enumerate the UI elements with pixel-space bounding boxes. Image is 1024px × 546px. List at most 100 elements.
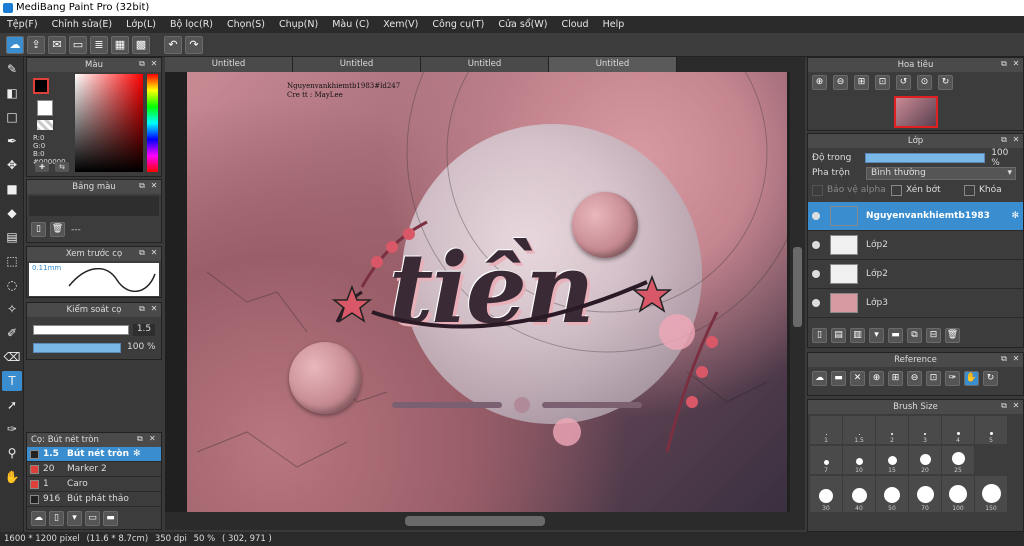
brush-size-cell[interactable]: 70: [909, 476, 941, 512]
layer-folder-icon[interactable]: ▬: [888, 328, 903, 343]
float-icon[interactable]: ⧉: [137, 181, 147, 191]
cloud-icon[interactable]: ☁: [6, 35, 24, 54]
close-icon[interactable]: ✕: [1011, 59, 1021, 69]
merge-layer-icon[interactable]: ⊟: [926, 328, 941, 343]
menu-help[interactable]: Help: [596, 19, 632, 30]
brush-size-cell[interactable]: 3: [909, 416, 941, 444]
brush-size-cell[interactable]: 2: [876, 416, 908, 444]
duplicate-layer-icon[interactable]: ⧉: [907, 328, 922, 343]
eye-icon[interactable]: [812, 299, 820, 307]
new-layer-icon[interactable]: ▯: [812, 328, 827, 343]
ref-actual-icon[interactable]: ⊡: [926, 371, 941, 386]
menu-file[interactable]: Tệp(F): [0, 19, 45, 30]
eye-icon[interactable]: [812, 270, 820, 278]
grid-icon[interactable]: ▦: [111, 35, 129, 54]
ref-hand-icon[interactable]: ✋: [964, 371, 979, 386]
brush-size-cell[interactable]: 5: [975, 416, 1007, 444]
menu-select[interactable]: Chọn(S): [220, 19, 272, 30]
brush-size-cell[interactable]: 20: [909, 446, 941, 474]
close-icon[interactable]: ✕: [149, 59, 159, 69]
menu-filter[interactable]: Bộ lọc(R): [163, 19, 220, 30]
protect-alpha-checkbox[interactable]: [812, 184, 823, 196]
open-file-icon[interactable]: ▬: [831, 371, 846, 386]
menu-edit[interactable]: Chỉnh sửa(E): [45, 19, 120, 30]
close-ref-icon[interactable]: ✕: [850, 371, 865, 386]
zoom-out-icon[interactable]: ⊖: [833, 75, 848, 90]
zoom-in-icon[interactable]: ⊕: [812, 75, 827, 90]
cloud-open-icon[interactable]: ☁: [812, 371, 827, 386]
lock-checkbox[interactable]: [964, 184, 975, 196]
brush-size-cell[interactable]: 10: [843, 446, 875, 474]
select-pen-icon[interactable]: ✐: [2, 323, 22, 343]
float-icon[interactable]: ⧉: [137, 248, 147, 258]
close-icon[interactable]: ✕: [149, 434, 159, 444]
eye-icon[interactable]: [812, 241, 820, 249]
redo-icon[interactable]: ↷: [185, 35, 203, 54]
palette-area[interactable]: [29, 196, 159, 216]
layer-row[interactable]: Lớp2: [808, 231, 1023, 260]
color-add-button[interactable]: ✚: [35, 162, 49, 172]
brush-list-item[interactable]: 20 Marker 2: [27, 462, 161, 477]
close-icon[interactable]: ✕: [1011, 401, 1021, 411]
new-halftone-layer-icon[interactable]: ▤: [831, 328, 846, 343]
gear-icon[interactable]: ✻: [1011, 211, 1019, 221]
tab-untitled-4[interactable]: Untitled: [549, 57, 677, 72]
tab-untitled-2[interactable]: Untitled: [293, 57, 421, 72]
export-icon[interactable]: ⇪: [27, 35, 45, 54]
brush-size-cell[interactable]: 40: [843, 476, 875, 512]
close-icon[interactable]: ✕: [149, 248, 159, 258]
brush-size-cell[interactable]: 15: [876, 446, 908, 474]
layer-row[interactable]: Nguyenvankhiemtb1983 ✻: [808, 202, 1023, 231]
menu-view[interactable]: Xem(V): [376, 19, 425, 30]
menu-snap[interactable]: Chụp(N): [272, 19, 325, 30]
tiles-icon[interactable]: ▩: [132, 35, 150, 54]
actual-size-icon[interactable]: ⊡: [875, 75, 890, 90]
eraser-icon[interactable]: ◧: [2, 83, 22, 103]
hand-icon[interactable]: ✋: [2, 467, 22, 487]
add-brush-icon[interactable]: ▯: [49, 511, 64, 526]
secondary-color-swatch[interactable]: [37, 100, 53, 116]
menu-cloud[interactable]: Cloud: [554, 19, 595, 30]
brush-size-cell[interactable]: 4: [942, 416, 974, 444]
gradient-icon[interactable]: ▤: [2, 227, 22, 247]
float-icon[interactable]: ⧉: [999, 401, 1009, 411]
canvas-area[interactable]: Nguyenvankhiemtb1983#ld247 Cre tt : MayL…: [165, 72, 790, 512]
menu-window[interactable]: Cửa sổ(W): [491, 19, 554, 30]
menu-color[interactable]: Màu (C): [325, 19, 376, 30]
tab-untitled-1[interactable]: Untitled: [165, 57, 293, 72]
eyedropper-icon[interactable]: ✑: [2, 419, 22, 439]
brush-list-item[interactable]: 1.5 Bút nét tròn ✻: [27, 447, 161, 462]
ref-zoom-out-icon[interactable]: ⊖: [907, 371, 922, 386]
vertical-scrollbar[interactable]: [790, 72, 805, 512]
close-icon[interactable]: ✕: [1011, 354, 1021, 364]
menu-layer[interactable]: Lớp(L): [119, 19, 163, 30]
magic-wand-icon[interactable]: ✧: [2, 299, 22, 319]
select-rect-icon[interactable]: ⬚: [2, 251, 22, 271]
brush-list-item[interactable]: 1 Caro: [27, 477, 161, 492]
delete-layer-icon[interactable]: 🗑: [945, 328, 960, 343]
blend-select[interactable]: Bình thường ▾: [866, 166, 1016, 180]
brush-size-cell[interactable]: 100: [942, 476, 974, 512]
float-icon[interactable]: ⧉: [137, 434, 147, 444]
opacity-slider[interactable]: [33, 343, 121, 353]
tab-untitled-3[interactable]: Untitled: [421, 57, 549, 72]
horizontal-scrollbar[interactable]: [165, 512, 805, 530]
pen-icon[interactable]: ✒: [2, 131, 22, 151]
horizontal-scroll-thumb[interactable]: [405, 516, 545, 526]
brush-size-cell[interactable]: 50: [876, 476, 908, 512]
bucket-icon[interactable]: ◆: [2, 203, 22, 223]
size-value[interactable]: 1.5: [133, 324, 155, 336]
brush-size-cell[interactable]: 7: [810, 446, 842, 474]
ref-rotate-icon[interactable]: ↻: [983, 371, 998, 386]
ref-zoom-in-icon[interactable]: ⊕: [869, 371, 884, 386]
brush-size-cell[interactable]: 1.5: [843, 416, 875, 444]
brush-folder-icon[interactable]: ▬: [103, 511, 118, 526]
float-icon[interactable]: ⧉: [999, 354, 1009, 364]
hue-slider[interactable]: [147, 74, 158, 172]
fit-icon[interactable]: ⊞: [854, 75, 869, 90]
operation-icon[interactable]: ➚: [2, 395, 22, 415]
brush-menu-icon[interactable]: ▾: [67, 511, 82, 526]
close-icon[interactable]: ✕: [149, 181, 159, 191]
close-icon[interactable]: ✕: [149, 304, 159, 314]
ref-eyedropper-icon[interactable]: ✑: [945, 371, 960, 386]
